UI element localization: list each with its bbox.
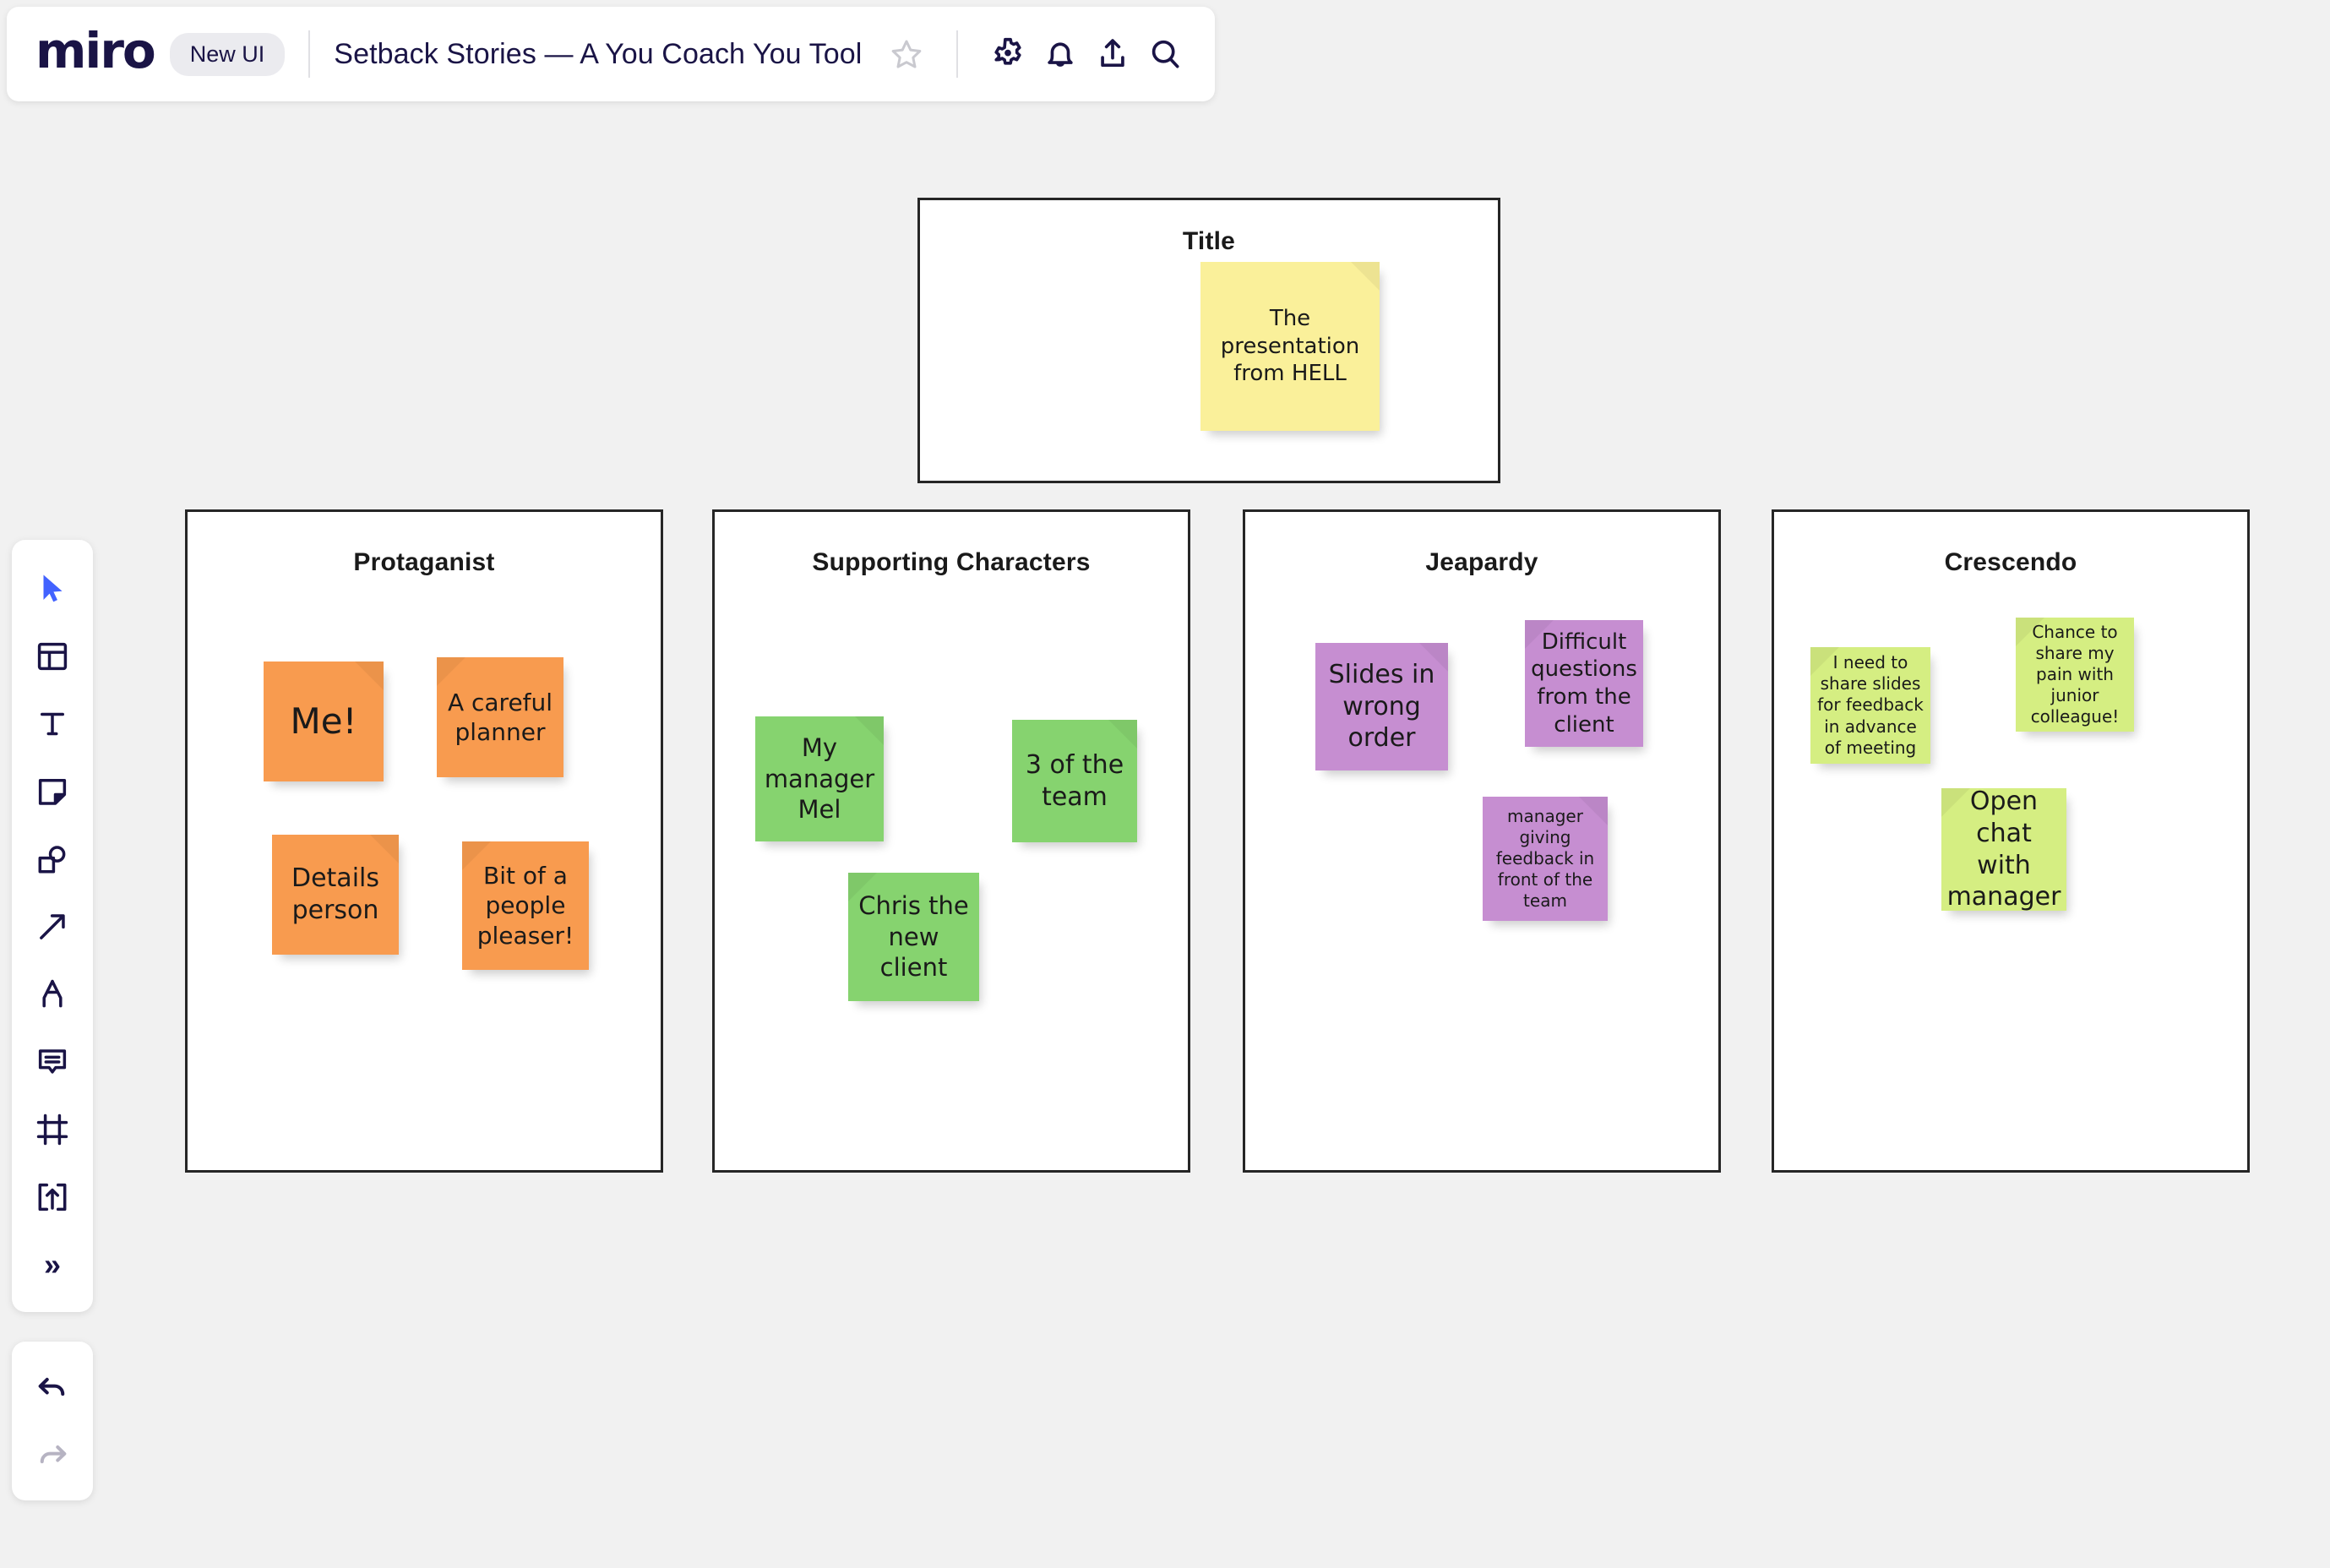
sticky-note-chris-new-client[interactable]: Chris the new client: [848, 873, 979, 1001]
more-tools[interactable]: »: [19, 1231, 85, 1298]
frame-protaganist[interactable]: Protaganist Me! A careful planner Detail…: [185, 509, 663, 1173]
connector-tool[interactable]: [19, 893, 85, 961]
cursor-tool[interactable]: [19, 555, 85, 623]
frame-title-label: Jeapardy: [1425, 548, 1538, 576]
frame-crescendo[interactable]: Crescendo I need to share slides for fee…: [1772, 509, 2250, 1173]
sticky-note-difficult-questions[interactable]: Difficult questions from the client: [1525, 620, 1643, 747]
frame-supporting-characters[interactable]: Supporting Characters My manager Mel 3 o…: [712, 509, 1190, 1173]
sticky-note-details-person[interactable]: Details person: [272, 835, 399, 955]
upload-icon[interactable]: [1086, 28, 1139, 80]
bell-icon[interactable]: [1034, 28, 1086, 80]
double-chevron-right-icon: »: [43, 1247, 62, 1282]
upload-tool[interactable]: [19, 1163, 85, 1231]
sticky-note-share-pain-junior[interactable]: Chance to share my pain with junior coll…: [2016, 618, 2134, 732]
app-topbar: miro New UI Setback Stories — A You Coac…: [7, 7, 1216, 101]
miro-logo[interactable]: miro: [35, 26, 156, 82]
topbar-divider-1: [308, 30, 311, 78]
frame-jeapardy[interactable]: Jeapardy Slides in wrong order Difficult…: [1243, 509, 1721, 1173]
frame-title-label: Supporting Characters: [812, 548, 1091, 576]
frame-tool[interactable]: [19, 1096, 85, 1163]
fold-corner-icon: [1351, 262, 1380, 291]
sticky-note-manager-mel[interactable]: My manager Mel: [755, 716, 884, 841]
sticky-note-careful-planner[interactable]: A careful planner: [437, 657, 563, 777]
sticky-note-slides-wrong-order[interactable]: Slides in wrong order: [1315, 643, 1448, 770]
star-icon[interactable]: [880, 28, 933, 80]
frame-title-label: Crescendo: [1944, 548, 2077, 576]
comment-tool[interactable]: [19, 1028, 85, 1096]
redo-button[interactable]: [19, 1421, 85, 1489]
board-title[interactable]: Setback Stories — A You Coach You Tool: [334, 38, 862, 71]
undo-button[interactable]: [19, 1353, 85, 1421]
text-tool[interactable]: [19, 690, 85, 758]
sticky-note-me[interactable]: Me!: [264, 662, 384, 781]
sticky-note-open-chat-manager[interactable]: Open chat with manager: [1941, 787, 2066, 912]
topbar-divider-2: [956, 30, 959, 78]
left-toolbar: »: [12, 540, 93, 1312]
shapes-tool[interactable]: [19, 825, 85, 893]
fold-corner-icon: [370, 835, 399, 863]
templates-tool[interactable]: [19, 623, 85, 690]
fold-corner-icon: [1108, 720, 1137, 749]
frame-title-label: Protaganist: [353, 548, 495, 576]
fold-corner-icon: [437, 657, 465, 686]
history-panel: [12, 1342, 93, 1500]
pen-tool[interactable]: [19, 961, 85, 1028]
fold-corner-icon: [355, 662, 384, 690]
gear-icon[interactable]: [982, 28, 1034, 80]
sticky-note-tool[interactable]: [19, 758, 85, 825]
sticky-note-presentation-hell[interactable]: The presentation from HELL: [1200, 262, 1380, 431]
frame-title-label: Title: [1182, 227, 1236, 255]
sticky-note-share-slides-feedback[interactable]: I need to share slides for feedback in a…: [1810, 647, 1930, 764]
sticky-note-three-of-team[interactable]: 3 of the team: [1012, 720, 1137, 842]
sticky-note-manager-feedback[interactable]: manager giving feedback in front of the …: [1483, 797, 1608, 921]
search-icon[interactable]: [1139, 28, 1191, 80]
frame-title[interactable]: Title The presentation from HELL: [917, 198, 1500, 483]
sticky-note-people-pleaser[interactable]: Bit of a people pleaser!: [462, 841, 589, 970]
new-ui-badge[interactable]: New UI: [169, 32, 286, 76]
